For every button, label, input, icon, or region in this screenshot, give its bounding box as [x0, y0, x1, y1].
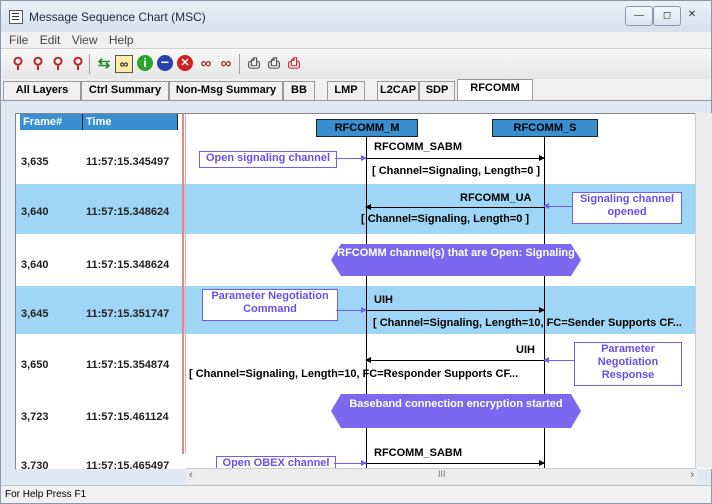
frame-cell: 3,640 — [21, 206, 49, 218]
note-pointer — [335, 155, 367, 161]
encryption-banner: Baseband connection encryption started — [331, 394, 581, 428]
time-cell: 11:57:15.354874 — [86, 359, 170, 371]
export-icon[interactable]: ⇆ — [95, 55, 113, 73]
frame-column-header[interactable]: Frame# — [20, 114, 83, 130]
minus-icon[interactable]: − — [157, 55, 173, 71]
message-detail: [ Channel=Signaling, Length=0 ] — [372, 165, 541, 177]
toolbar: ⚲ ⚲ ⚲ ⚲ ⇆ ∞ i − ✕ ∞ ∞ ⎙ ⎙ ⎙ — [1, 48, 711, 80]
zoom-out-icon[interactable]: ⚲ — [29, 55, 47, 73]
message-arrow — [365, 204, 544, 210]
frame-cell: 3,645 — [21, 308, 49, 320]
message-detail: [ Channel=Signaling, Length=0 ] — [361, 213, 530, 225]
scrollbar-grip[interactable]: III — [438, 469, 446, 479]
time-cell: 11:57:15.461124 — [86, 411, 169, 423]
note-param-neg-cmd: Parameter Negotiation Command — [202, 289, 338, 321]
time-cell: 11:57:15.348624 — [86, 259, 170, 271]
note-pointer — [543, 203, 572, 209]
menu-view[interactable]: View — [72, 32, 98, 48]
layer-tabs: All Layers Ctrl Summary Non-Msg Summary … — [1, 79, 711, 101]
frame-cell: 3,650 — [21, 359, 49, 371]
note-pointer — [334, 460, 367, 466]
lifeline-header-rfcomm-s[interactable]: RFCOMM_S — [492, 119, 598, 137]
note-open-signaling: Open signaling channel — [199, 151, 337, 168]
app-icon — [9, 10, 23, 24]
time-cell: 11:57:15.351747 — [86, 308, 170, 320]
print-close-icon[interactable]: ⎙ — [285, 55, 303, 73]
zoom-fit-icon[interactable]: ⚲ — [49, 55, 67, 73]
zoom-in-icon[interactable]: ⚲ — [9, 55, 27, 73]
minimize-button[interactable]: — — [625, 6, 653, 26]
note-param-neg-resp: Parameter Negotiation Response — [574, 342, 682, 386]
time-cell: 11:57:15.465497 — [86, 460, 170, 469]
print-preview-icon[interactable]: ⎙ — [265, 55, 283, 73]
column-splitter[interactable] — [182, 114, 184, 454]
tab-lmp[interactable]: LMP — [327, 81, 365, 100]
info-icon[interactable]: i — [137, 55, 153, 71]
note-signaling-opened: Signaling channel opened — [572, 192, 682, 224]
tab-non-msg-summary[interactable]: Non-Msg Summary — [169, 81, 283, 100]
menu-help[interactable]: Help — [109, 32, 134, 48]
message-arrow — [366, 460, 545, 466]
message-label: UIH — [516, 344, 535, 356]
time-cell: 11:57:15.345497 — [86, 156, 170, 168]
scroll-right-arrow[interactable]: › — [690, 469, 694, 481]
tab-all-layers[interactable]: All Layers — [3, 81, 81, 100]
note-pointer — [336, 307, 367, 313]
toolbar-separator — [239, 54, 240, 74]
message-label: RFCOMM_SABM — [374, 141, 462, 153]
tab-bb[interactable]: BB — [283, 81, 315, 100]
close-button[interactable]: ✕ — [681, 6, 703, 24]
menu-file[interactable]: File — [9, 32, 28, 48]
msc-table: Frame# Time 3,635 11:57:15.345497 3,640 … — [15, 113, 712, 469]
scroll-left-arrow[interactable]: ‹ — [189, 469, 193, 481]
frame-cell: 3,723 — [21, 411, 49, 423]
menu-edit[interactable]: Edit — [40, 32, 61, 48]
message-arrow — [365, 357, 544, 363]
message-label: UIH — [374, 294, 393, 306]
message-detail: [ Channel=Signaling, Length=10, FC=Respo… — [189, 368, 519, 380]
message-arrow — [366, 155, 545, 161]
zoom-reset-icon[interactable]: ⚲ — [69, 55, 87, 73]
maximize-button[interactable]: ◻ — [653, 6, 681, 26]
horizontal-scrollbar[interactable]: ‹ III › — [186, 468, 697, 484]
column-splitter-shadow — [185, 114, 186, 454]
msc-window: Message Sequence Chart (MSC) — ◻ ✕ File … — [0, 0, 712, 504]
status-bar: For Help Press F1 — [1, 485, 711, 503]
message-arrow — [366, 307, 545, 313]
tab-rfcomm[interactable]: RFCOMM — [457, 79, 533, 100]
frame-cell: 3,635 — [21, 156, 49, 168]
message-label: RFCOMM_UA — [460, 192, 532, 204]
print-icon[interactable]: ⎙ — [245, 55, 263, 73]
tab-l2cap[interactable]: L2CAP — [377, 81, 419, 100]
window-title: Message Sequence Chart (MSC) — [29, 10, 206, 24]
time-column-header[interactable]: Time — [83, 114, 178, 130]
message-label: RFCOMM_SABM — [374, 447, 462, 459]
toolbar-separator — [89, 54, 90, 74]
title-bar: Message Sequence Chart (MSC) — ◻ ✕ — [1, 1, 711, 32]
frame-cell: 3,640 — [21, 259, 49, 271]
tab-sdp[interactable]: SDP — [419, 81, 455, 100]
tab-ctrl-summary[interactable]: Ctrl Summary — [81, 81, 169, 100]
stop-icon[interactable]: ✕ — [177, 55, 193, 71]
message-detail: [ Channel=Signaling, Length=10, FC=Sende… — [373, 317, 682, 329]
open-channels-banner: RFCOMM channel(s) that are Open: Signali… — [331, 244, 581, 276]
time-cell: 11:57:15.348624 — [86, 206, 170, 218]
note-pointer — [543, 357, 574, 363]
binoculars-icon[interactable]: ∞ — [115, 55, 133, 73]
frame-cell: 3,730 — [21, 460, 49, 469]
menu-bar: File Edit View Help — [1, 32, 711, 48]
vertical-scrollbar[interactable] — [695, 113, 712, 468]
lifeline-header-rfcomm-m[interactable]: RFCOMM_M — [316, 119, 418, 137]
find-next-icon[interactable]: ∞ — [217, 55, 235, 73]
find-prev-icon[interactable]: ∞ — [197, 55, 215, 73]
